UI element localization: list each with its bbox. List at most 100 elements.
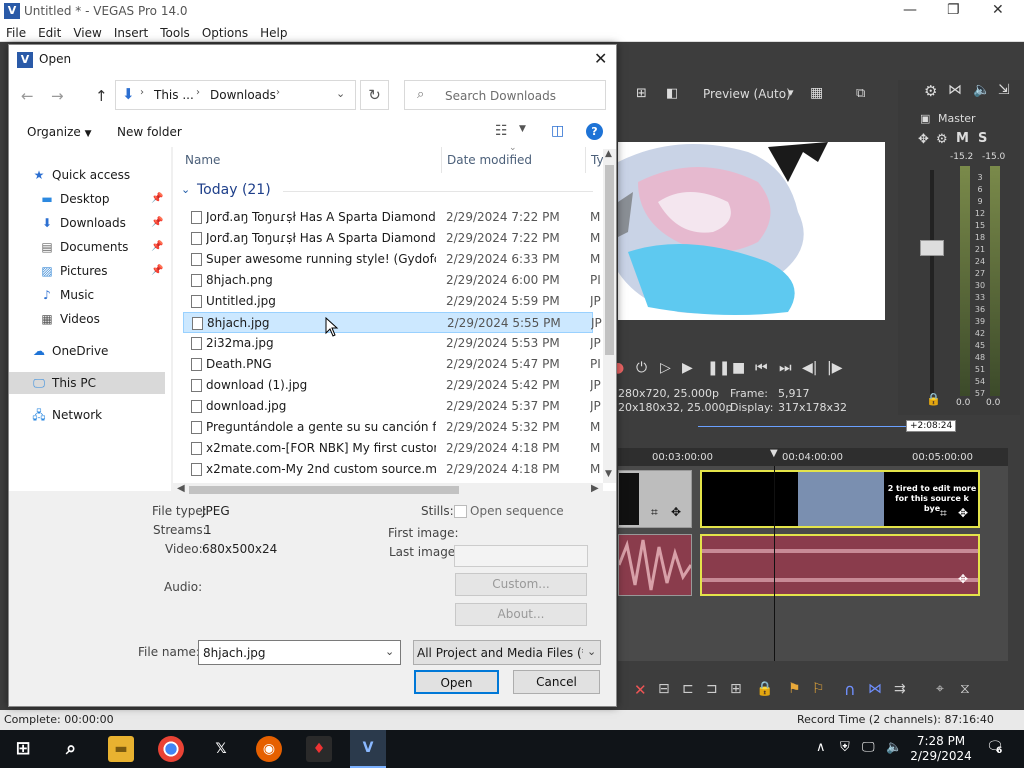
delete-icon[interactable]: ✕ — [634, 681, 647, 699]
go-to-end-icon[interactable]: ⏭ — [779, 360, 792, 376]
view-options-icon[interactable]: ☷ — [495, 123, 508, 139]
open-sequence-checkbox[interactable] — [454, 505, 467, 518]
playhead-cursor[interactable] — [774, 466, 775, 661]
file-row[interactable]: Untitled.jpg 2/29/2024 5:59 PM JP — [183, 291, 601, 312]
chevron-down-icon[interactable]: ▾ — [788, 86, 794, 99]
column-header-date[interactable]: Date modified — [447, 153, 532, 167]
normal-edit-tool-icon[interactable]: ⌖ — [936, 681, 944, 697]
group-header-today[interactable]: ⌄ Today (21) — [173, 181, 593, 203]
file-row[interactable]: Super awesome running style! (Gydofc L..… — [183, 249, 600, 270]
crop-icon[interactable]: ⌗ — [940, 506, 947, 521]
menu-view[interactable]: View — [67, 24, 107, 42]
fx-icon[interactable]: ✥ — [958, 572, 968, 586]
file-row[interactable]: download.jpg 2/29/2024 5:37 PM JP — [183, 396, 601, 417]
scroll-thumb[interactable] — [605, 165, 614, 355]
snapping-icon[interactable]: ∩ — [844, 680, 856, 699]
scroll-up-icon[interactable]: ▲ — [605, 149, 612, 159]
scroll-left-icon[interactable]: ◀ — [177, 483, 185, 494]
menu-tools[interactable]: Tools — [154, 24, 196, 42]
chevron-up-icon[interactable]: ∧ — [816, 740, 826, 755]
breadcrumb-downloads[interactable]: Downloads — [210, 88, 276, 102]
trim-start-icon[interactable]: ⊏ — [682, 681, 694, 697]
nav-quick-access[interactable]: ★ Quick access — [31, 164, 131, 186]
windows-start-icon[interactable]: ⊞ — [10, 736, 36, 762]
lock-icon[interactable]: 🔒 — [756, 681, 773, 697]
fx-icon[interactable]: ▣ — [920, 112, 930, 125]
preview-quality-dropdown[interactable]: Preview (Auto) — [703, 87, 791, 101]
breadcrumb[interactable]: ⬇ › This ... › Downloads › ⌄ — [115, 80, 356, 110]
file-row[interactable]: 8hjach.jpg 2/29/2024 5:55 PM JP — [183, 312, 602, 333]
file-row[interactable]: x2mate.com-My 2nd custom source.mp4 2/29/… — [183, 459, 600, 480]
chevron-right-icon[interactable]: › — [276, 87, 280, 98]
go-to-start-icon[interactable]: ⏮ — [755, 360, 768, 376]
nav-pictures[interactable]: ▨ Pictures 📌 — [39, 260, 171, 282]
cancel-button[interactable]: Cancel — [513, 670, 600, 694]
audio-clip-selected[interactable]: ✥ — [700, 534, 980, 596]
timeline-tracks[interactable]: ⌗ ✥ 2 tired to edit more for this source… — [617, 466, 1008, 661]
marker-icon[interactable]: ⚑ — [788, 681, 801, 697]
maximize-icon[interactable]: ❐ — [947, 2, 960, 18]
file-row[interactable]: Jorđ.aŋ Toŋuɾṣł Has A Sparta Diamond ...… — [183, 207, 600, 228]
file-type-filter-select[interactable]: All Project and Media Files (*.ve ⌄ — [413, 640, 601, 665]
play-icon[interactable]: ▶ — [682, 360, 693, 376]
organize-button[interactable]: Organize ▼ — [27, 125, 92, 139]
downmix-icon[interactable]: ⇲ — [998, 82, 1010, 98]
network-icon[interactable]: 🖵 — [862, 740, 875, 755]
stop-icon[interactable]: ■ — [732, 360, 745, 376]
back-arrow-icon[interactable]: ← — [21, 87, 34, 105]
file-explorer-icon[interactable]: ▬ — [108, 736, 134, 762]
cursor-marker-icon[interactable]: ▼ — [770, 448, 778, 459]
menu-edit[interactable]: Edit — [32, 24, 67, 42]
auto-crossfade-icon[interactable]: ⋈ — [868, 681, 882, 697]
nav-desktop[interactable]: ▬ Desktop 📌 — [39, 188, 171, 210]
next-frame-icon[interactable]: |▶ — [827, 360, 842, 376]
menu-options[interactable]: Options — [196, 24, 254, 42]
chevron-down-icon[interactable]: ▼ — [519, 124, 526, 134]
lock-icon[interactable]: 🔒 — [926, 392, 941, 406]
loop-icon[interactable]: ⏻ — [636, 360, 647, 376]
solo-button[interactable]: S — [978, 131, 987, 146]
file-row[interactable]: download (1).jpg 2/29/2024 5:42 PM JP — [183, 375, 601, 396]
pin-icon[interactable]: 📌 — [151, 188, 163, 210]
bus-routing-icon[interactable]: ⋈ — [948, 82, 962, 98]
grid-icon[interactable]: ▦ — [810, 85, 823, 101]
volume-fader-handle[interactable] — [920, 240, 944, 256]
preview-pane-icon[interactable]: ◫ — [551, 123, 564, 139]
overlay-icon[interactable]: ◧ — [666, 86, 678, 101]
scroll-thumb[interactable] — [189, 486, 459, 494]
menu-insert[interactable]: Insert — [108, 24, 154, 42]
help-icon[interactable]: ? — [586, 123, 603, 140]
nav-onedrive[interactable]: ☁ OneDrive — [31, 340, 108, 362]
menu-help[interactable]: Help — [254, 24, 293, 42]
column-divider[interactable] — [585, 147, 586, 173]
breadcrumb-this-pc[interactable]: This ... — [154, 88, 194, 102]
horizontal-scrollbar[interactable]: ◀ ▶ — [173, 483, 603, 497]
close-icon[interactable]: ✕ — [992, 2, 1004, 18]
scroll-right-icon[interactable]: ▶ — [591, 483, 599, 494]
video-clip[interactable]: ⌗ ✥ — [618, 470, 692, 528]
vegas-taskbar-icon[interactable]: V — [350, 730, 386, 768]
pin-icon[interactable]: 📌 — [151, 236, 163, 258]
nav-music[interactable]: ♪ Music — [39, 284, 94, 306]
column-header-name[interactable]: Name — [185, 153, 220, 167]
file-row[interactable]: Death.PNG 2/29/2024 5:47 PM PI — [183, 354, 601, 375]
pin-icon[interactable]: 📌 — [151, 212, 163, 234]
column-header-type[interactable]: Ty — [591, 153, 604, 167]
forward-arrow-icon[interactable]: → — [51, 87, 64, 105]
x-app-icon[interactable]: 𝕏 — [208, 736, 234, 762]
volume-icon[interactable]: 🔈 — [886, 740, 902, 755]
open-button[interactable]: Open — [414, 670, 499, 694]
fx-icon[interactable]: ✥ — [671, 505, 681, 519]
scroll-down-icon[interactable]: ▼ — [605, 469, 612, 479]
speaker-icon[interactable]: 🔈 — [973, 82, 990, 98]
search-input[interactable]: ⌕ Search Downloads — [404, 80, 606, 110]
gear-icon[interactable]: ⚙ — [924, 82, 937, 100]
previous-frame-icon[interactable]: ◀| — [802, 360, 817, 376]
nav-downloads[interactable]: ⬇ Downloads 📌 — [39, 212, 171, 234]
minimize-icon[interactable]: — — [903, 2, 917, 18]
move-icon[interactable]: ✥ — [918, 132, 929, 147]
refresh-icon[interactable]: ↻ — [360, 80, 389, 110]
bus-fx-icon[interactable]: ⚙ — [936, 132, 948, 147]
region-icon[interactable]: ⚐ — [812, 681, 825, 697]
ripple-edit-icon[interactable]: ⇉ — [894, 681, 906, 697]
